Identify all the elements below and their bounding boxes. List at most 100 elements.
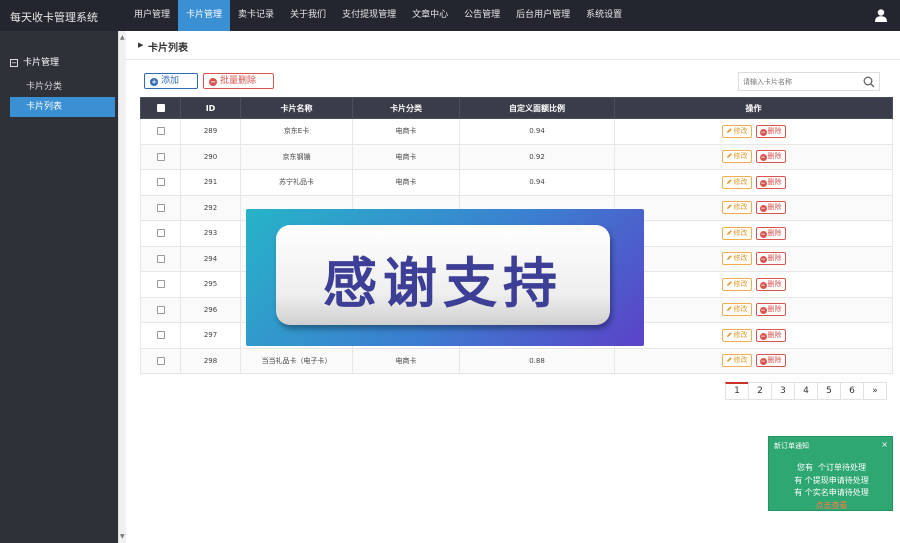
notice-orders-line: 您有 个订单待处理 xyxy=(769,462,894,473)
scroll-up-arrow-icon[interactable]: ▲ xyxy=(120,34,125,41)
edit-button[interactable]: 修改 xyxy=(721,277,752,291)
delete-button[interactable]: − 删除 xyxy=(755,201,786,215)
next-page-button[interactable]: » xyxy=(863,382,887,400)
sidebar-group-card-management[interactable]: − 卡片管理 xyxy=(10,55,59,68)
row-actions: 修改 − 删除 xyxy=(614,296,893,323)
nav-user-management[interactable]: 用户管理 xyxy=(126,0,178,31)
minus-circle-icon: − xyxy=(759,332,767,340)
page-4-button[interactable]: 4 xyxy=(794,382,818,400)
edit-button[interactable]: 修改 xyxy=(721,175,752,189)
edit-button[interactable]: 修改 xyxy=(721,354,752,368)
row-actions: 修改 − 删除 xyxy=(614,245,893,272)
nav-system-settings[interactable]: 系统设置 xyxy=(578,0,630,31)
delete-label: 删除 xyxy=(767,126,782,135)
row-checkbox[interactable] xyxy=(156,280,165,289)
header-custom-ratio: 自定义面额比例 xyxy=(459,97,615,119)
edit-button[interactable]: 修改 xyxy=(721,150,752,164)
top-navbar: 每天收卡管理系统 用户管理 卡片管理 卖卡记录 关于我们 支付提现管理 文章中心… xyxy=(0,0,900,31)
row-id: 292 xyxy=(180,194,241,221)
header-id: ID xyxy=(180,97,241,119)
delete-button[interactable]: − 删除 xyxy=(755,328,786,342)
nav-about-us[interactable]: 关于我们 xyxy=(282,0,334,31)
pencil-icon xyxy=(726,331,732,337)
pencil-icon xyxy=(726,280,732,286)
nav-payment-withdraw[interactable]: 支付提现管理 xyxy=(334,0,404,31)
row-checkbox[interactable] xyxy=(156,178,165,187)
delete-button[interactable]: − 删除 xyxy=(755,226,786,240)
edit-button[interactable]: 修改 xyxy=(721,328,752,342)
select-all-checkbox[interactable] xyxy=(156,104,165,112)
row-actions: 修改 − 删除 xyxy=(614,169,893,196)
row-card-category: 电商卡 xyxy=(352,143,460,170)
row-checkbox[interactable] xyxy=(156,152,165,161)
row-checkbox[interactable] xyxy=(156,331,165,340)
notice-view-link[interactable]: 点击查看 xyxy=(769,500,894,511)
row-id: 293 xyxy=(180,220,241,247)
app-title: 每天收卡管理系统 xyxy=(10,11,98,24)
main-nav: 用户管理 卡片管理 卖卡记录 关于我们 支付提现管理 文章中心 公告管理 后台用… xyxy=(126,0,630,31)
pencil-icon xyxy=(726,357,732,363)
pencil-icon xyxy=(726,306,732,312)
row-checkbox[interactable] xyxy=(156,229,165,238)
page-5-button[interactable]: 5 xyxy=(817,382,841,400)
edit-button[interactable]: 修改 xyxy=(721,201,752,215)
row-id: 291 xyxy=(180,169,241,196)
search-icon[interactable] xyxy=(863,76,875,88)
row-select-cell xyxy=(140,118,181,145)
row-select-cell xyxy=(140,169,181,196)
edit-button[interactable]: 修改 xyxy=(721,226,752,240)
row-id: 290 xyxy=(180,143,241,170)
row-select-cell xyxy=(140,143,181,170)
edit-button[interactable]: 修改 xyxy=(721,303,752,317)
delete-label: 删除 xyxy=(767,330,782,339)
row-select-cell xyxy=(140,322,181,349)
row-card-name: 当当礼品卡（电子卡） xyxy=(240,347,353,374)
thanks-banner: 感谢支持 xyxy=(246,209,644,346)
page-3-button[interactable]: 3 xyxy=(771,382,795,400)
delete-button[interactable]: − 删除 xyxy=(755,354,786,368)
search-input[interactable] xyxy=(739,73,857,90)
page-title: 卡片列表 xyxy=(148,43,188,54)
row-actions: 修改 − 删除 xyxy=(614,194,893,221)
pagination: 1 2 3 4 5 6 » xyxy=(725,382,887,400)
delete-button[interactable]: − 删除 xyxy=(755,150,786,164)
sidebar-item-card-categories[interactable]: 卡片分类 xyxy=(10,77,115,97)
row-select-cell xyxy=(140,194,181,221)
page-6-button[interactable]: 6 xyxy=(840,382,864,400)
delete-button[interactable]: − 删除 xyxy=(755,303,786,317)
row-checkbox[interactable] xyxy=(156,127,165,136)
pencil-icon xyxy=(726,178,732,184)
minus-circle-icon: − xyxy=(759,307,767,315)
edit-button[interactable]: 修改 xyxy=(721,252,752,266)
edit-button[interactable]: 修改 xyxy=(721,124,752,138)
nav-article-center[interactable]: 文章中心 xyxy=(404,0,456,31)
row-checkbox[interactable] xyxy=(156,356,165,365)
nav-admin-users[interactable]: 后台用户管理 xyxy=(508,0,578,31)
header-card-category: 卡片分类 xyxy=(352,97,460,119)
scroll-down-arrow-icon[interactable]: ▼ xyxy=(120,533,125,540)
page-2-button[interactable]: 2 xyxy=(748,382,772,400)
delete-button[interactable]: − 删除 xyxy=(755,277,786,291)
add-button[interactable]: + 添加 xyxy=(144,73,198,89)
nav-announcements[interactable]: 公告管理 xyxy=(456,0,508,31)
notice-close-icon[interactable]: × xyxy=(881,440,888,449)
row-select-cell xyxy=(140,347,181,374)
sidebar-scrollbar[interactable]: ▲ ▼ xyxy=(118,31,126,543)
nav-card-management[interactable]: 卡片管理 xyxy=(178,0,231,31)
user-avatar-icon[interactable] xyxy=(874,8,888,22)
row-checkbox[interactable] xyxy=(156,305,165,314)
header-actions: 操作 xyxy=(614,97,893,119)
row-checkbox[interactable] xyxy=(156,203,165,212)
delete-button[interactable]: − 删除 xyxy=(755,252,786,266)
sidebar-item-card-list[interactable]: 卡片列表 xyxy=(10,97,115,117)
row-checkbox[interactable] xyxy=(156,254,165,263)
page-1-button[interactable]: 1 xyxy=(725,382,749,400)
delete-label: 删除 xyxy=(767,356,782,365)
delete-button[interactable]: − 删除 xyxy=(755,175,786,189)
row-ratio: 0.94 xyxy=(459,118,615,145)
row-actions: 修改 − 删除 xyxy=(614,220,893,247)
bulk-delete-button[interactable]: − 批量删除 xyxy=(203,73,274,89)
nav-sell-records[interactable]: 卖卡记录 xyxy=(230,0,282,31)
delete-button[interactable]: − 删除 xyxy=(755,124,786,138)
row-card-name: 京东钢镚 xyxy=(240,143,353,170)
